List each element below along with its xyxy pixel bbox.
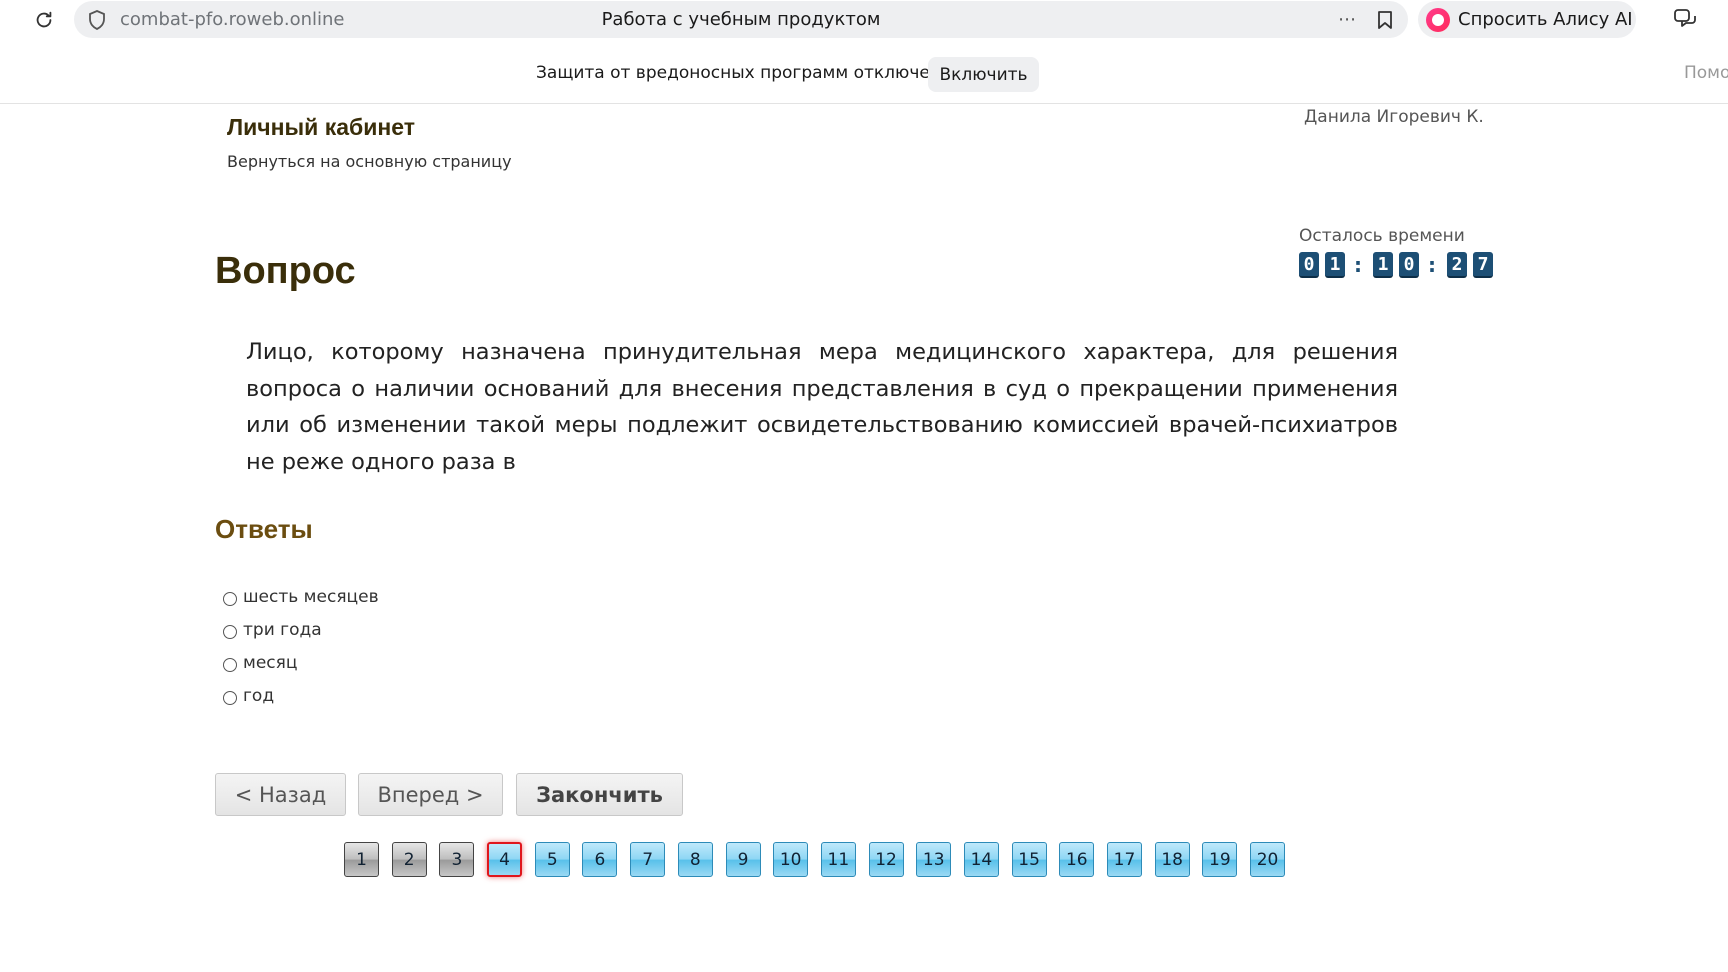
ask-alice-label: Спросить Алису AI <box>1458 9 1633 30</box>
finish-button[interactable]: Закончить <box>516 773 683 816</box>
question-page-button[interactable]: 3 <box>439 842 475 877</box>
answer-list: шесть месяцев три года месяц год <box>223 580 379 712</box>
question-page-button[interactable]: 6 <box>582 842 618 877</box>
bookmark-icon[interactable] <box>1376 10 1394 30</box>
ask-alice-button[interactable]: Спросить Алису AI <box>1418 1 1636 38</box>
answer-radio[interactable] <box>223 657 237 672</box>
question-page-button[interactable]: 13 <box>916 842 952 877</box>
timer-label: Осталось времени <box>1299 226 1465 246</box>
question-page-button[interactable]: 20 <box>1250 842 1286 877</box>
question-pager: 1 2 3 4 5 6 7 8 9 10 11 12 13 14 15 16 17 18 19 20 <box>344 842 1298 877</box>
question-page-button[interactable]: 12 <box>868 842 904 877</box>
answer-radio[interactable] <box>223 624 237 639</box>
cabinet-title[interactable]: Личный кабинет <box>227 114 415 141</box>
question-page-button[interactable]: 18 <box>1154 842 1190 877</box>
back-button[interactable]: < Назад <box>215 773 346 816</box>
answer-option[interactable]: месяц <box>223 646 379 679</box>
question-page-button[interactable]: 16 <box>1059 842 1095 877</box>
answer-label[interactable]: год <box>243 686 274 706</box>
question-page-button[interactable]: 9 <box>725 842 761 877</box>
question-page-button[interactable]: 1 <box>344 842 379 877</box>
question-text: Лицо, которому назначена принудительная … <box>246 339 1398 475</box>
question-page-button[interactable]: 8 <box>677 842 713 877</box>
next-button[interactable]: Вперед > <box>358 773 503 816</box>
answer-radio[interactable] <box>223 690 237 705</box>
security-notice-text: Защита от вредоносных программ отключена <box>536 63 952 83</box>
question-page-button[interactable]: 5 <box>534 842 570 877</box>
timer-digit: 7 <box>1473 252 1493 278</box>
answers-heading: Ответы <box>215 514 313 544</box>
page-tab-title: Работа с учебным продуктом <box>601 9 881 30</box>
timer-digit: 0 <box>1399 252 1419 278</box>
help-link[interactable]: Помо <box>1684 63 1728 83</box>
enable-protection-button[interactable]: Включить <box>928 57 1039 92</box>
address-bar[interactable]: combat-pfo.roweb.online Работа с учебным… <box>74 1 1408 38</box>
answer-option[interactable]: шесть месяцев <box>223 580 379 613</box>
question-page-button[interactable]: 19 <box>1202 842 1238 877</box>
timer-digit: 0 <box>1299 252 1319 278</box>
user-name: Данила Игоревич К. <box>1304 107 1484 127</box>
answer-option[interactable]: год <box>223 679 379 712</box>
answer-label[interactable]: месяц <box>243 653 297 673</box>
browser-toolbar: combat-pfo.roweb.online Работа с учебным… <box>0 0 1728 40</box>
question-page-button[interactable]: 15 <box>1011 842 1047 877</box>
chat-icon[interactable] <box>1672 6 1700 34</box>
countdown-timer: 0 1 : 1 0 : 2 7 <box>1299 252 1499 278</box>
answer-option[interactable]: три года <box>223 613 379 646</box>
back-to-main-link[interactable]: Вернуться на основную страницу <box>227 152 512 171</box>
timer-digit: 1 <box>1325 252 1345 278</box>
question-page-button[interactable]: 10 <box>773 842 809 877</box>
timer-separator: : <box>1428 253 1436 277</box>
timer-separator: : <box>1354 253 1362 277</box>
question-heading: Вопрос <box>215 250 356 292</box>
question-page-button[interactable]: 17 <box>1107 842 1142 877</box>
answer-label[interactable]: шесть месяцев <box>243 587 379 607</box>
more-icon[interactable]: ⋯ <box>1338 9 1357 30</box>
answer-radio[interactable] <box>223 591 237 606</box>
question-page-button[interactable]: 2 <box>391 842 427 877</box>
question-page-button[interactable]: 11 <box>820 842 856 877</box>
question-page-button[interactable]: 14 <box>963 842 999 877</box>
alice-logo-icon <box>1426 8 1450 32</box>
reload-icon[interactable] <box>30 6 58 34</box>
answer-label[interactable]: три года <box>243 620 322 640</box>
timer-digit: 1 <box>1373 252 1393 278</box>
question-page-button[interactable]: 7 <box>630 842 666 877</box>
question-page-button[interactable]: 4 <box>487 842 523 877</box>
timer-digit: 2 <box>1447 252 1467 278</box>
security-notice-bar: Защита от вредоносных программ отключена… <box>0 40 1728 104</box>
